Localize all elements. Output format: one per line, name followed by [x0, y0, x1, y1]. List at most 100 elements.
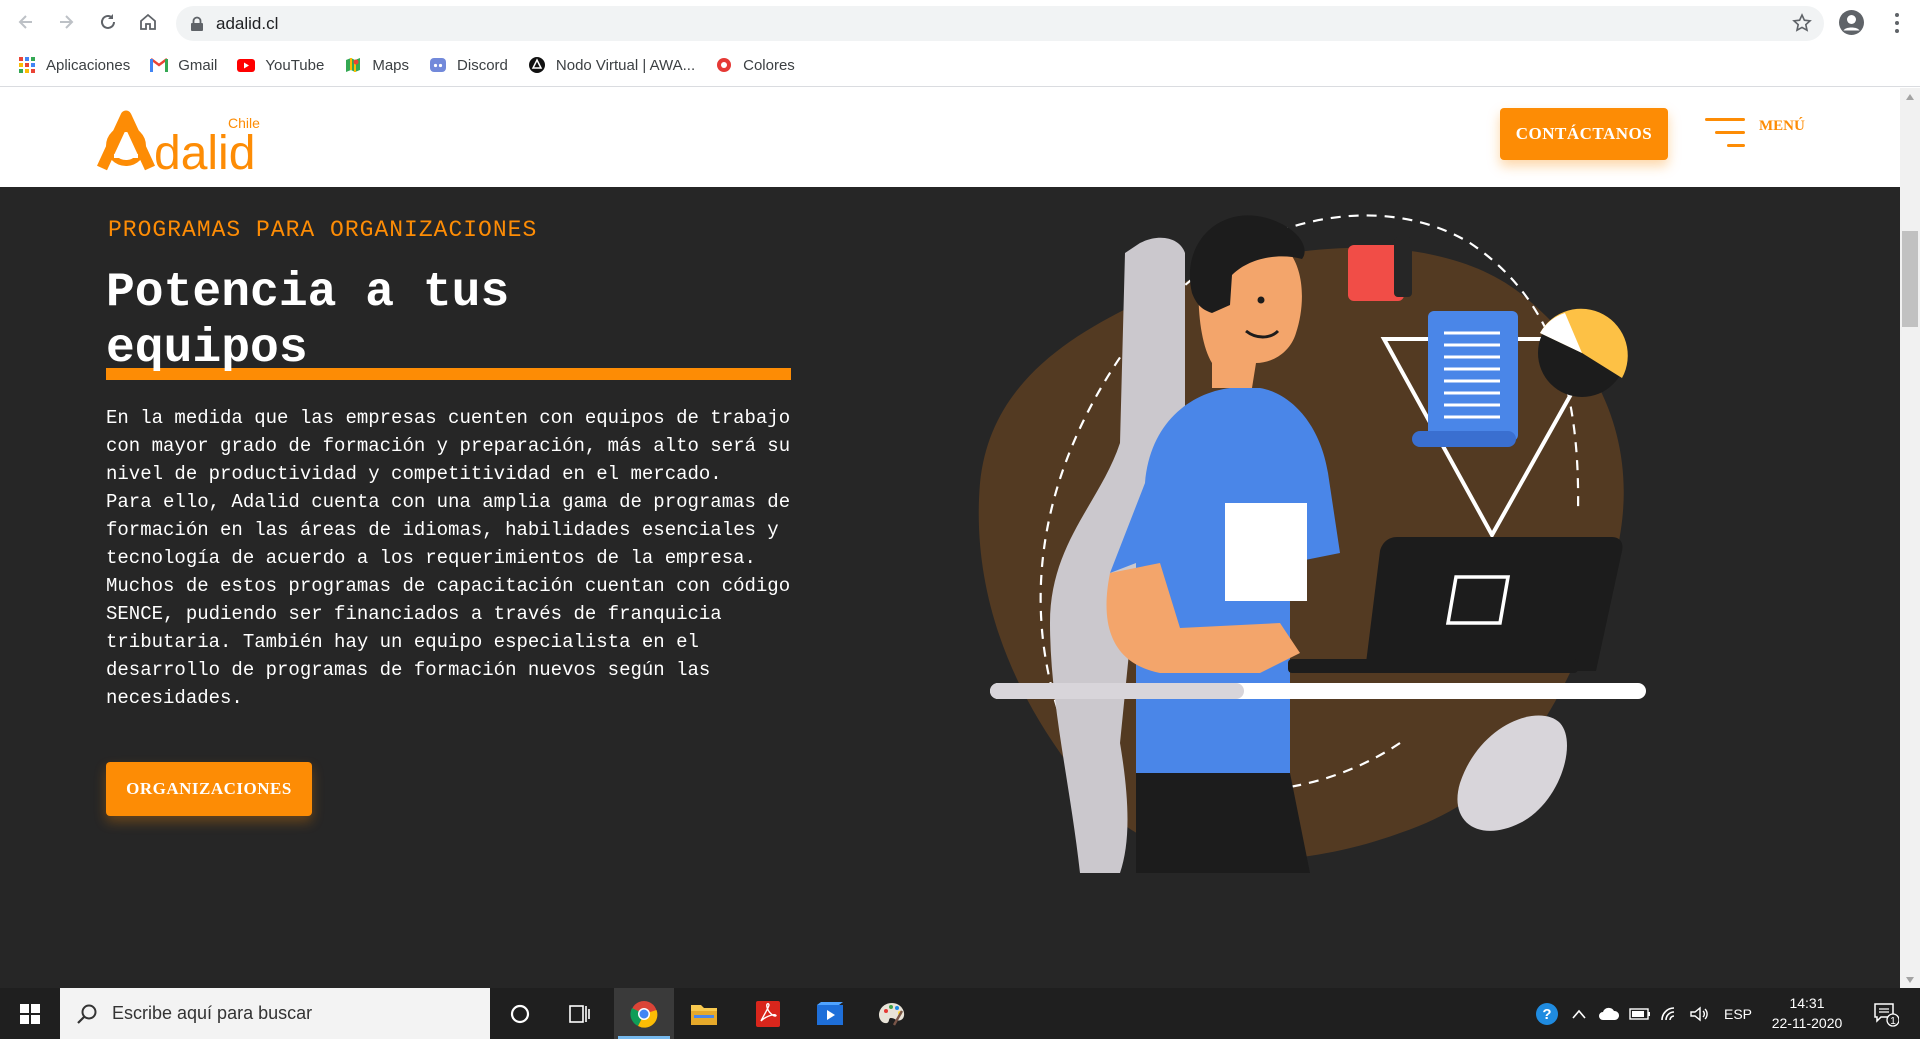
reload-button[interactable] [88, 2, 128, 42]
browser-toolbar: adalid.cl [0, 0, 1920, 44]
task-view-icon [569, 1004, 590, 1023]
language-indicator[interactable]: ESP [1718, 988, 1758, 1039]
hero-paragraph: Para ello, Adalid cuenta con una amplia … [106, 491, 791, 569]
gmail-icon [150, 56, 169, 74]
chrome-icon [630, 1000, 658, 1028]
taskbar-search[interactable]: Escribe aquí para buscar [60, 988, 490, 1039]
apps-grid-icon [18, 56, 36, 74]
address-bar-url: adalid.cl [216, 13, 279, 33]
taskbar-movies-tv[interactable] [800, 988, 860, 1039]
laptop [1365, 537, 1623, 671]
arrow-left-icon [18, 15, 32, 29]
cloud-icon [1599, 1007, 1620, 1020]
scroll-down-arrow-icon[interactable] [1900, 971, 1920, 988]
hero-section: PROGRAMAS PARA ORGANIZACIONES Potencia a… [0, 187, 1900, 988]
clock-time: 14:31 [1789, 995, 1825, 1011]
home-button[interactable] [128, 2, 168, 42]
bookmark-star-icon[interactable] [1792, 13, 1812, 33]
hamburger-icon [1705, 116, 1745, 150]
bookmark-youtube[interactable]: YouTube [237, 56, 324, 74]
bookmark-aplicaciones[interactable]: Aplicaciones [18, 56, 130, 74]
discord-icon [429, 56, 447, 74]
bookmark-nodo-virtual[interactable]: Nodo Virtual | AWA... [528, 56, 695, 74]
arrow-right-icon [60, 15, 74, 29]
page-viewport: Chile dalid CONTÁCTANOS MENÚ PROGRAMAS P… [0, 88, 1900, 988]
windows-logo-icon [20, 1003, 40, 1024]
page-scrollbar[interactable] [1900, 88, 1920, 988]
maps-icon [344, 56, 362, 74]
hero-paragraph: En la medida que las empresas cuenten co… [106, 407, 791, 485]
site-header: Chile dalid CONTÁCTANOS MENÚ [0, 88, 1900, 187]
logo-text: dalid [154, 127, 255, 176]
colores-icon [715, 56, 733, 74]
taskbar-acrobat[interactable] [738, 988, 798, 1039]
start-button[interactable] [0, 988, 60, 1039]
hero-eyebrow: PROGRAMAS PARA ORGANIZACIONES [108, 217, 538, 243]
menu-button[interactable]: MENÚ [1705, 116, 1815, 152]
forward-button[interactable] [46, 2, 86, 42]
nodo-virtual-icon [528, 56, 546, 74]
taskbar-file-explorer[interactable] [674, 988, 734, 1039]
home-icon [140, 13, 156, 30]
taskbar-search-placeholder: Escribe aquí para buscar [112, 1003, 313, 1023]
bookmark-label: Maps [372, 56, 410, 74]
battery-tray[interactable] [1626, 988, 1654, 1039]
bookmarks-bar: Aplicaciones Gmail YouTube Maps Discord … [0, 44, 1920, 87]
back-button[interactable] [6, 2, 46, 42]
windows-taskbar: Escribe aquí para buscar ? ESP 14:31 22-… [0, 988, 1920, 1039]
action-center-button[interactable]: 1 [1866, 988, 1906, 1039]
adalid-logo-icon: Chile dalid [97, 110, 260, 180]
browser-menu-button[interactable] [1885, 10, 1909, 36]
bookmark-colores[interactable]: Colores [715, 56, 795, 74]
cortana-button[interactable] [490, 988, 550, 1039]
pdf-icon [756, 1000, 780, 1027]
hero-illustration [978, 214, 1646, 873]
battery-icon [1629, 1007, 1650, 1020]
address-bar[interactable]: adalid.cl [176, 6, 1824, 41]
menu-label: MENÚ [1759, 118, 1805, 134]
bookmark-label: Discord [457, 56, 508, 74]
hero-body: En la medida que las empresas cuenten co… [106, 404, 796, 712]
scroll-thumb[interactable] [1902, 231, 1918, 327]
help-tray-icon[interactable]: ? [1530, 988, 1564, 1039]
search-icon [77, 1004, 97, 1024]
shirt-patch [1225, 503, 1307, 601]
hero-paragraph: Muchos de estos programas de capacitació… [106, 575, 791, 709]
bookmark-discord[interactable]: Discord [429, 56, 508, 74]
notification-count: 1 [1890, 1016, 1896, 1027]
network-tray[interactable] [1656, 988, 1684, 1039]
video-player-icon [817, 1001, 843, 1025]
hero-headline: Potencia a tus equipos [106, 266, 510, 376]
task-view-button[interactable] [550, 988, 610, 1039]
notification-icon: 1 [1874, 1002, 1899, 1027]
bookmark-label: Nodo Virtual | AWA... [555, 56, 696, 74]
bookmark-gmail[interactable]: Gmail [150, 56, 217, 74]
speaker-icon [1690, 1006, 1708, 1021]
cortana-circle-icon [510, 1004, 530, 1023]
bookmark-label: YouTube [265, 56, 325, 74]
onedrive-tray[interactable] [1594, 988, 1624, 1039]
bookmark-maps[interactable]: Maps [344, 56, 409, 74]
organizaciones-button[interactable]: ORGANIZACIONES [106, 762, 312, 816]
clock-date: 22-11-2020 [1771, 1015, 1843, 1031]
profile-avatar-icon[interactable] [1838, 9, 1865, 36]
reload-icon [101, 14, 115, 29]
contact-button[interactable]: CONTÁCTANOS [1500, 108, 1668, 160]
bookmark-label: Gmail [178, 56, 218, 74]
svg-text:?: ? [1542, 1006, 1551, 1023]
bookmark-label: Aplicaciones [46, 56, 131, 74]
site-logo[interactable]: Chile dalid [94, 100, 274, 180]
youtube-icon [237, 56, 256, 74]
scroll-up-arrow-icon[interactable] [1900, 88, 1920, 105]
document [1428, 311, 1518, 441]
folder-icon [691, 1004, 717, 1025]
volume-tray[interactable] [1686, 988, 1714, 1039]
chevron-up-icon [1572, 1009, 1586, 1019]
bookmark-label: Colores [743, 56, 795, 74]
paint-palette-icon [879, 1002, 905, 1026]
taskbar-clock[interactable]: 14:31 22-11-2020 [1762, 993, 1852, 1033]
show-hidden-icons[interactable] [1566, 988, 1592, 1039]
taskbar-chrome[interactable] [614, 988, 674, 1039]
taskbar-paint[interactable] [862, 988, 922, 1039]
lock-icon [191, 16, 203, 31]
